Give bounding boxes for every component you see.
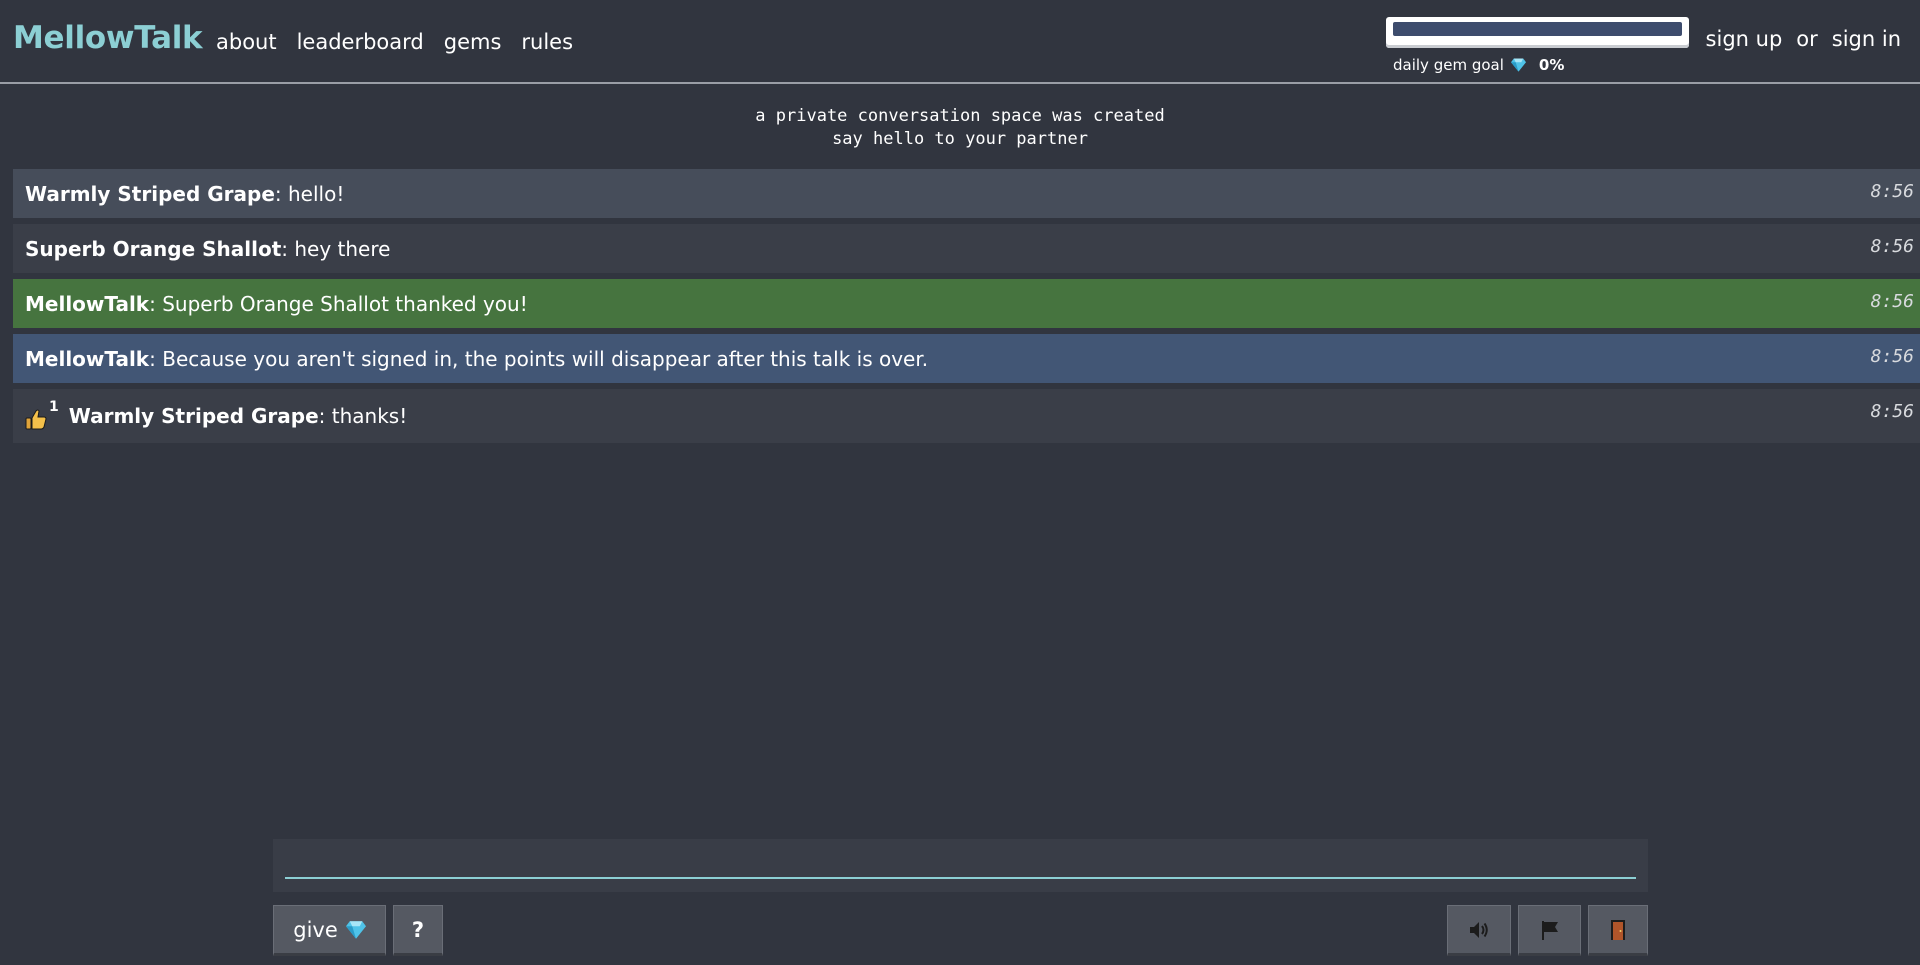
nav-leaderboard[interactable]: leaderboard <box>297 30 424 54</box>
message-text: : hello! <box>274 181 345 206</box>
message-row: Warmly Striped Grape : hello! 8:56 <box>13 169 1920 218</box>
message-row: Superb Orange Shallot : hey there 8:56 <box>13 224 1920 273</box>
daily-goal-text: daily gem goal <box>1393 56 1504 74</box>
message-author: MellowTalk <box>25 346 150 371</box>
auth-links: sign up or sign in <box>1706 27 1901 51</box>
message-text: : Superb Orange Shallot thanked you! <box>149 291 528 316</box>
sign-up-link[interactable]: sign up <box>1706 27 1783 51</box>
sign-in-link[interactable]: sign in <box>1832 27 1901 51</box>
logo[interactable]: MellowTalk <box>13 20 203 56</box>
system-message-row: MellowTalk : Because you aren't signed i… <box>13 334 1920 383</box>
main-nav: about leaderboard gems rules <box>216 30 573 54</box>
message-time: 8:56 <box>1870 236 1914 257</box>
message-text: : Because you aren't signed in, the poin… <box>149 346 929 371</box>
nav-gems[interactable]: gems <box>444 30 502 54</box>
nav-rules[interactable]: rules <box>521 30 573 54</box>
message-row: 1 Warmly Striped Grape : thanks! 8:56 <box>13 389 1920 443</box>
door-icon <box>1611 919 1625 940</box>
daily-goal-percent: 0% <box>1538 56 1565 74</box>
top-header: MellowTalk about leaderboard gems rules … <box>0 0 1920 84</box>
flag-icon <box>1541 920 1558 940</box>
speaker-icon <box>1470 921 1488 938</box>
message-time: 8:56 <box>1870 346 1914 367</box>
message-text: : thanks! <box>318 404 408 428</box>
thank-reaction[interactable]: 1 <box>25 399 59 430</box>
auth-separator: or <box>1796 27 1818 51</box>
thank-count: 1 <box>49 398 59 415</box>
message-time: 8:56 <box>1870 181 1914 202</box>
system-message-row: MellowTalk : Superb Orange Shallot thank… <box>13 279 1920 328</box>
notice-line-2: say hello to your partner <box>832 129 1088 149</box>
give-gem-button[interactable]: give <box>273 905 386 956</box>
daily-goal-progress-bar <box>1386 17 1689 48</box>
leave-conversation-button[interactable] <box>1588 905 1648 956</box>
give-label: give <box>293 917 338 942</box>
daily-goal-label: daily gem goal 0% <box>1393 56 1564 74</box>
message-input[interactable] <box>285 845 1636 879</box>
nav-about[interactable]: about <box>216 30 277 54</box>
message-time: 8:56 <box>1870 401 1914 422</box>
gem-icon <box>345 920 366 939</box>
message-text: : hey there <box>281 236 391 261</box>
conversation-notice: a private conversation space was created… <box>0 105 1920 151</box>
message-author: MellowTalk <box>25 291 150 316</box>
thumbs-up-icon <box>25 409 47 429</box>
message-author: Warmly Striped Grape <box>68 404 319 428</box>
message-composer <box>273 839 1648 892</box>
help-label: ? <box>411 917 425 942</box>
message-author: Warmly Striped Grape <box>25 181 275 206</box>
notice-line-1: a private conversation space was created <box>755 106 1165 126</box>
daily-goal-track <box>1393 22 1682 36</box>
help-button[interactable]: ? <box>393 905 443 956</box>
message-author: Superb Orange Shallot <box>25 236 282 261</box>
report-button[interactable] <box>1518 905 1581 956</box>
gem-icon <box>1510 58 1526 72</box>
sound-toggle-button[interactable] <box>1447 905 1511 956</box>
message-time: 8:56 <box>1870 291 1914 312</box>
message-list: Warmly Striped Grape : hello! 8:56 Super… <box>13 169 1920 449</box>
